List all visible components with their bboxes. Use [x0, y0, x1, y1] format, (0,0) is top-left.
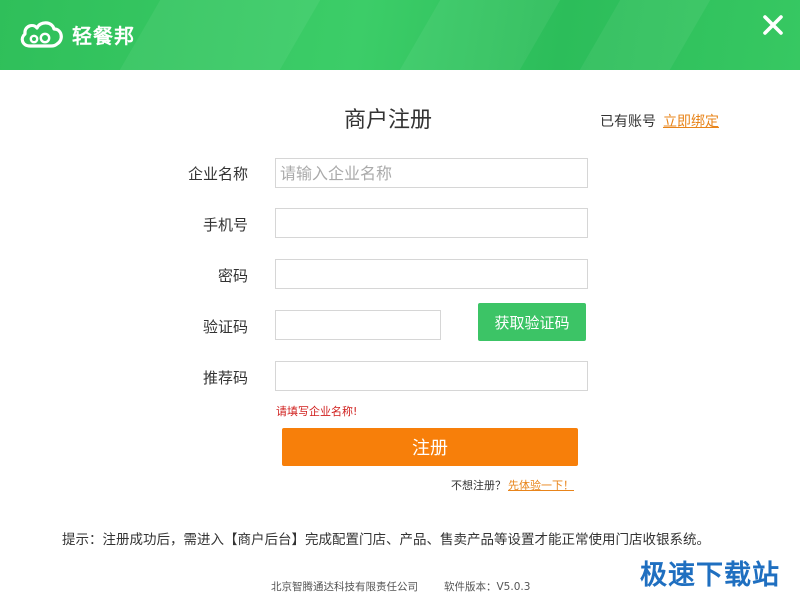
verification-code-input[interactable]: [275, 310, 441, 340]
close-icon: [763, 15, 783, 35]
get-code-button[interactable]: 获取验证码: [478, 303, 586, 341]
register-button[interactable]: 注册: [282, 428, 578, 466]
tip-text: 提示：注册成功后，需进入【商户后台】完成配置门店、产品、售卖产品等设置才能正常使…: [62, 532, 710, 548]
bind-now-link[interactable]: 立即绑定: [663, 111, 719, 131]
has-account-text: 已有账号: [600, 114, 656, 130]
logo: 轻餐邦: [18, 18, 135, 50]
referral-code-label: 推荐码: [202, 369, 248, 387]
footer-company: 北京智腾通达科技有限责任公司: [271, 581, 418, 593]
referral-code-input[interactable]: [275, 361, 588, 391]
watermark-text: 极速下载站: [640, 560, 780, 591]
try-prompt-text: 不想注册？: [451, 479, 506, 492]
password-input[interactable]: [275, 259, 588, 289]
phone-label: 手机号: [202, 216, 248, 234]
try-first-link[interactable]: 先体验一下！: [508, 477, 574, 493]
company-name-input[interactable]: [275, 158, 588, 188]
cloud-logo-icon: [20, 21, 63, 48]
title-bar: 轻餐邦: [0, 0, 800, 70]
company-name-label: 企业名称: [187, 165, 248, 183]
close-button[interactable]: [760, 12, 786, 38]
page-title: 商户注册: [344, 108, 433, 133]
phone-input[interactable]: [275, 208, 588, 238]
error-message: 请填写企业名称!: [276, 405, 358, 418]
footer-version: 软件版本：V5.0.3: [444, 581, 531, 593]
password-label: 密码: [217, 267, 248, 285]
app-name: 轻餐邦: [72, 23, 135, 48]
verification-code-label: 验证码: [202, 318, 248, 336]
